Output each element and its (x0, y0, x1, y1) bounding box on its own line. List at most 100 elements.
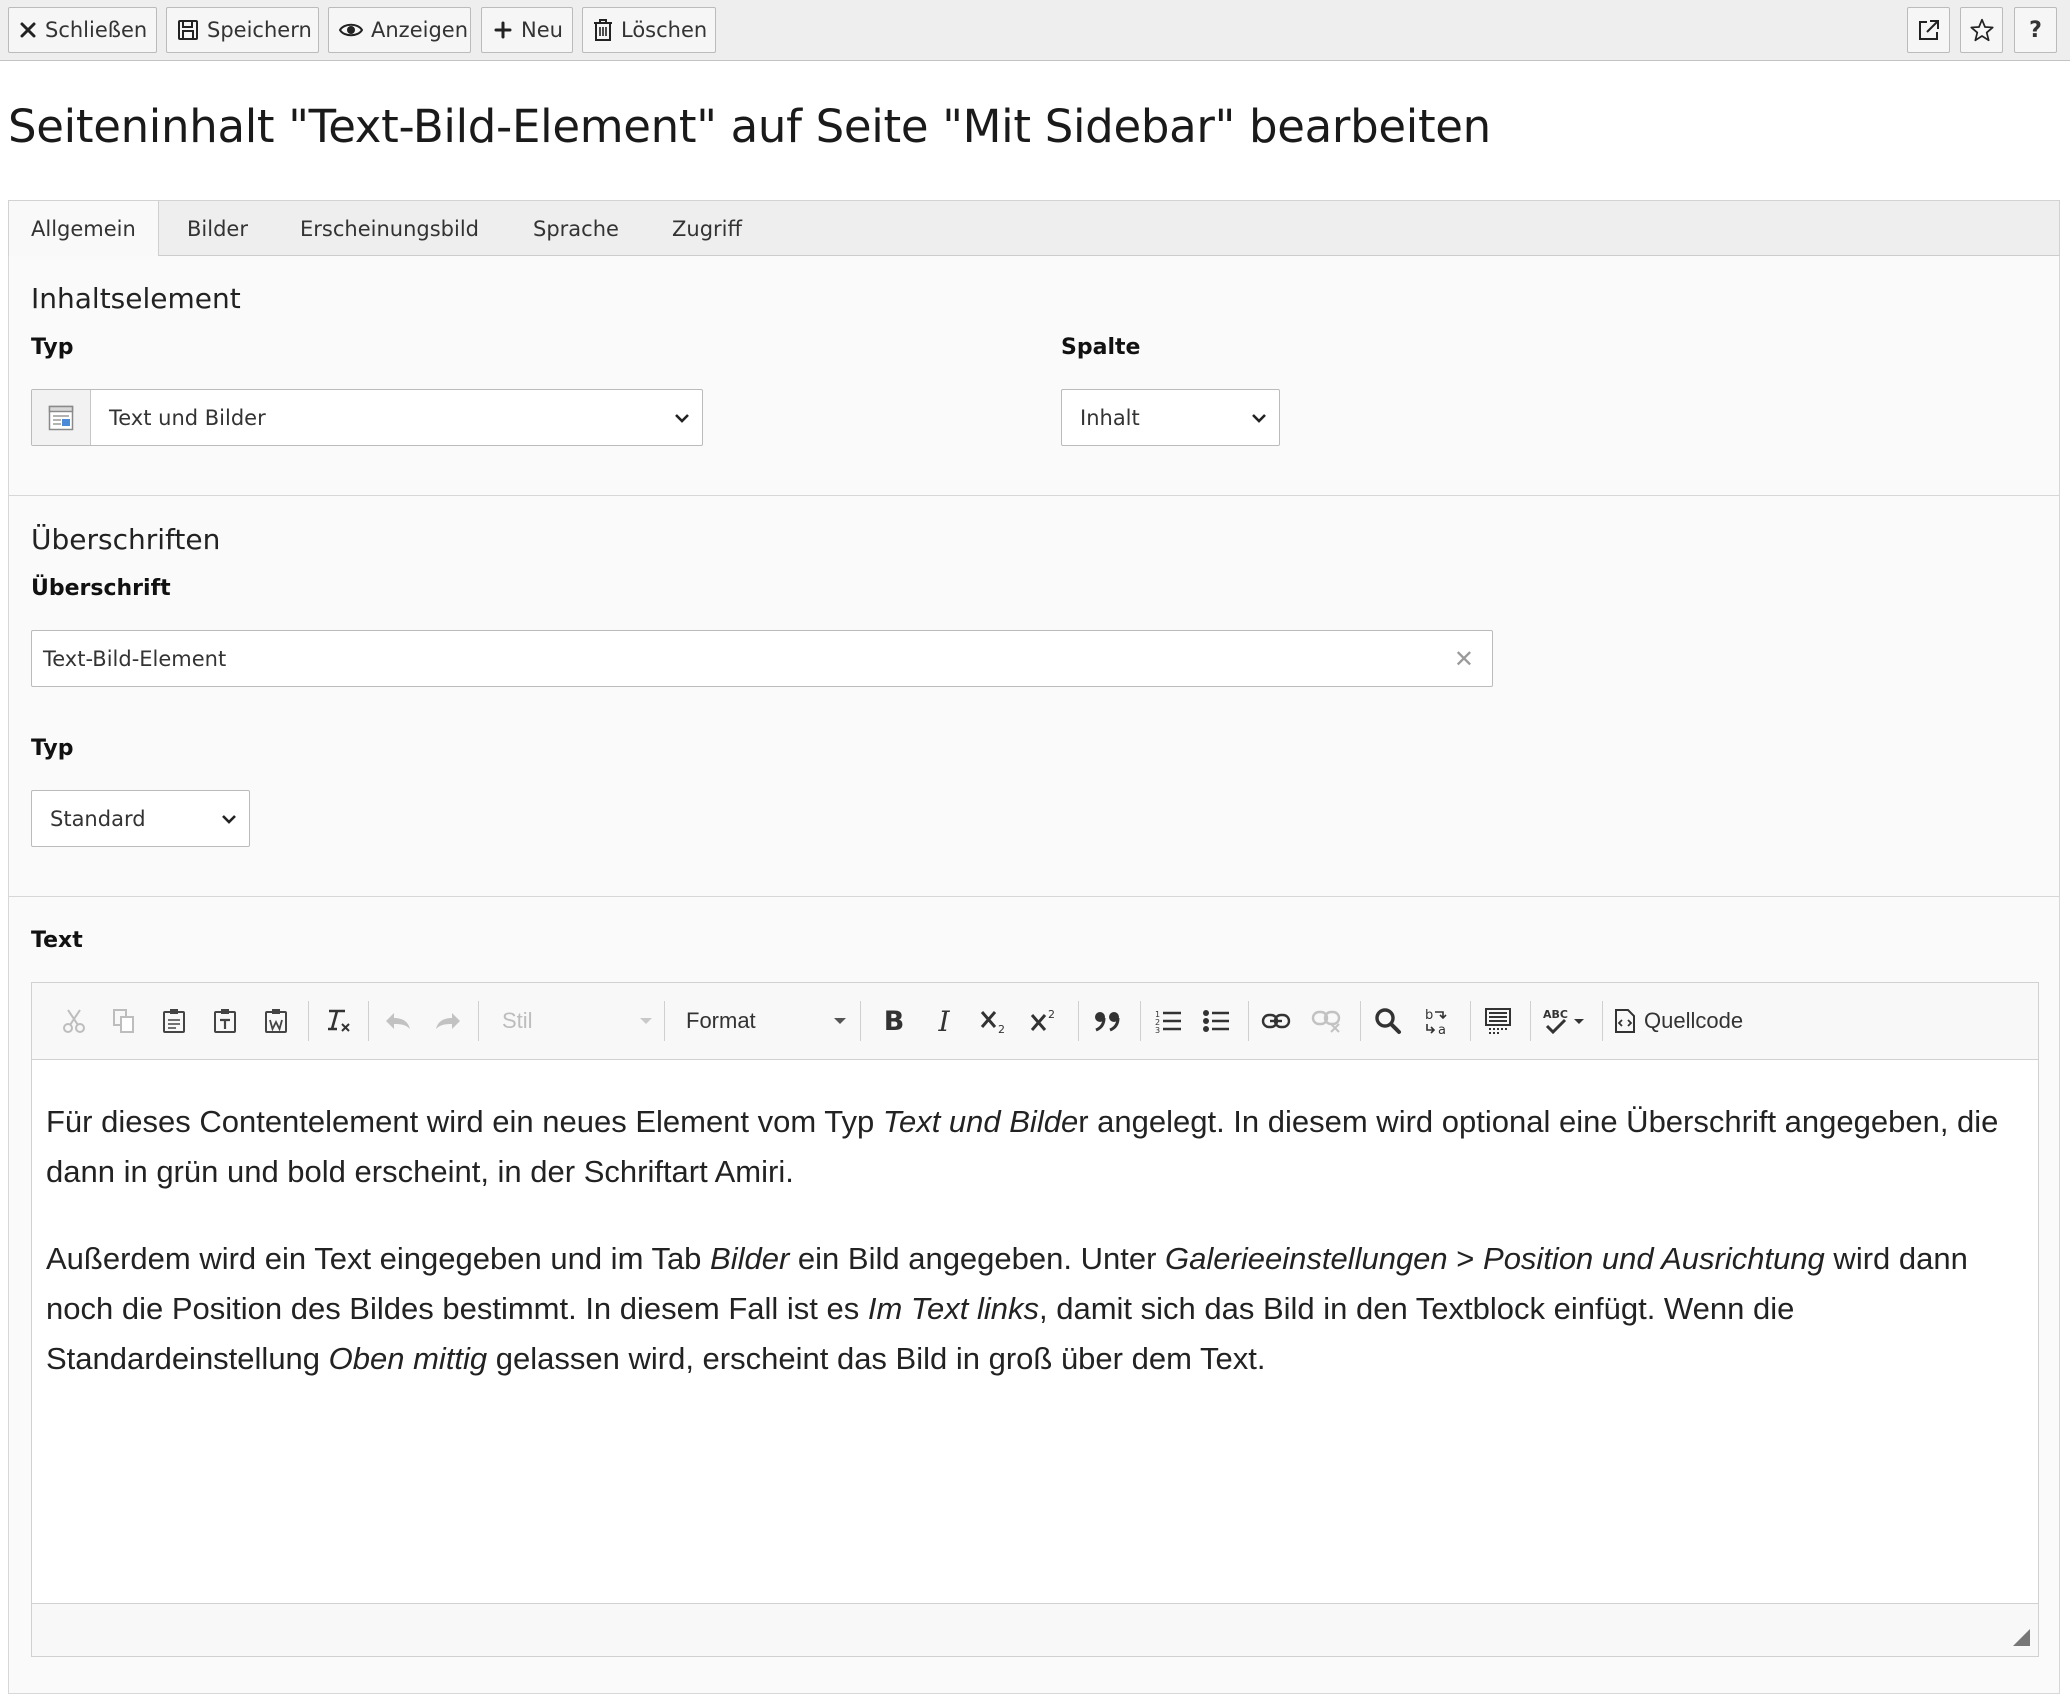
source-code-icon (1615, 1009, 1635, 1033)
header-type-select[interactable]: Standard (31, 790, 250, 847)
copy-icon[interactable] (106, 1003, 142, 1039)
section-heading-headers: Überschriften (31, 523, 221, 556)
superscript-icon[interactable]: 2 (1024, 1003, 1064, 1039)
toolbar-separator (478, 1001, 479, 1041)
search-icon[interactable] (1368, 1003, 1408, 1039)
show-blocks-icon[interactable] (1478, 1003, 1518, 1039)
bullet-list-icon[interactable] (1196, 1003, 1236, 1039)
toolbar-separator (1360, 1001, 1361, 1041)
svg-text:2: 2 (998, 1023, 1005, 1035)
tab-bar: Allgemein Bilder Erscheinungsbild Sprach… (8, 200, 2060, 257)
paragraph: Für dieses Contentelement wird ein neues… (46, 1104, 1999, 1189)
external-link-icon (1917, 18, 1941, 42)
tab-bilder[interactable]: Bilder (187, 201, 248, 256)
delete-button[interactable]: Löschen (582, 7, 716, 53)
toolbar-separator (664, 1001, 665, 1041)
content-type-select[interactable]: Text und Bilder (31, 389, 703, 446)
help-button[interactable]: ? (2014, 7, 2057, 53)
field-label-type: Typ (31, 335, 74, 360)
blockquote-icon[interactable] (1086, 1003, 1130, 1039)
chevron-down-icon (209, 814, 249, 824)
format-combo[interactable]: Format (686, 1003, 846, 1039)
tab-zugriff[interactable]: Zugriff (672, 201, 742, 256)
section-divider (9, 495, 2059, 496)
format-combo-label: Format (686, 1008, 756, 1033)
spellcheck-icon[interactable]: ABC (1538, 1003, 1590, 1039)
editor-statusbar (32, 1603, 2038, 1656)
tab-erscheinungsbild[interactable]: Erscheinungsbild (300, 201, 479, 256)
field-label-column: Spalte (1061, 335, 1141, 360)
paste-text-icon[interactable] (207, 1003, 243, 1039)
column-select[interactable]: Inhalt (1061, 389, 1280, 446)
editor-content-area[interactable]: Für dieses Contentelement wird ein neues… (32, 1061, 2038, 1604)
italic-icon[interactable]: I (924, 1003, 964, 1039)
svg-text:2: 2 (1048, 1008, 1055, 1021)
column-value: Inhalt (1080, 405, 1140, 430)
source-button-label: Quellcode (1644, 1008, 1744, 1033)
section-heading-content-element: Inhaltselement (31, 282, 241, 315)
svg-text:ABC: ABC (1543, 1008, 1568, 1021)
bookmark-button[interactable] (1960, 7, 2003, 53)
cut-icon[interactable] (56, 1003, 92, 1039)
toolbar-separator (1470, 1001, 1471, 1041)
save-button-label: Speichern (207, 18, 312, 42)
toolbar-separator (1140, 1001, 1141, 1041)
delete-button-label: Löschen (621, 18, 708, 42)
tab-allgemein[interactable]: Allgemein (8, 201, 159, 257)
header-input-value: Text-Bild-Element (43, 646, 227, 671)
redo-icon[interactable] (428, 1003, 468, 1039)
clear-icon[interactable]: ✕ (1454, 645, 1474, 673)
paragraph: Außerdem wird ein Text eingegeben und im… (46, 1241, 1968, 1376)
header-input[interactable]: Text-Bild-Element ✕ (31, 630, 1493, 687)
style-combo[interactable]: Stil (502, 1003, 652, 1039)
star-icon (1969, 18, 1994, 42)
new-button-label: Neu (521, 18, 563, 42)
document-toolbar: Schließen Speichern Anzeigen Neu Löschen (0, 0, 2070, 61)
rich-text-editor: Stil Format B I 2 2 123 b a ABC Quellcod… (31, 982, 2039, 1657)
toolbar-separator (308, 1001, 309, 1041)
subscript-icon[interactable]: 2 (974, 1003, 1014, 1039)
caret-down-icon (640, 1018, 652, 1024)
field-label-header: Überschrift (31, 576, 171, 601)
open-in-new-window-button[interactable] (1907, 7, 1950, 53)
numbered-list-icon[interactable]: 123 (1148, 1003, 1188, 1039)
close-button[interactable]: Schließen (8, 7, 157, 53)
page-title: Seiteninhalt "Text-Bild-Element" auf Sei… (8, 100, 1491, 153)
content-type-value: Text und Bilder (109, 405, 266, 430)
save-button[interactable]: Speichern (166, 7, 319, 53)
field-label-header-type: Typ (31, 736, 74, 761)
save-icon (177, 18, 199, 42)
toolbar-separator (368, 1001, 369, 1041)
paste-icon[interactable] (156, 1003, 192, 1039)
chevron-down-icon (662, 413, 702, 423)
source-button[interactable]: Quellcode (1614, 1003, 1764, 1039)
close-icon (19, 18, 37, 42)
trash-icon (593, 18, 613, 42)
link-icon[interactable] (1256, 1003, 1296, 1039)
plus-icon (492, 18, 513, 42)
close-button-label: Schließen (45, 18, 148, 42)
undo-icon[interactable] (378, 1003, 418, 1039)
find-replace-icon[interactable]: ba (1418, 1003, 1458, 1039)
editor-toolbar: Stil Format B I 2 2 123 b a ABC Quellcod… (32, 983, 2038, 1060)
resize-handle-icon[interactable] (2013, 1629, 2030, 1646)
unlink-icon[interactable] (1306, 1003, 1346, 1039)
caret-down-icon (834, 1018, 846, 1024)
svg-text:a: a (1438, 1023, 1446, 1036)
tab-panel-allgemein: Inhaltselement Typ Text und Bilder Spalt… (8, 256, 2060, 1694)
remove-format-icon[interactable] (318, 1003, 358, 1039)
bold-icon[interactable]: B (874, 1003, 914, 1039)
content-type-icon (32, 390, 91, 445)
chevron-down-icon (1239, 413, 1279, 423)
svg-text:b: b (1425, 1008, 1433, 1023)
view-button[interactable]: Anzeigen (328, 7, 471, 53)
section-divider (9, 896, 2059, 897)
paste-from-word-icon[interactable] (258, 1003, 294, 1039)
style-combo-label: Stil (502, 1008, 533, 1033)
new-button[interactable]: Neu (481, 7, 573, 53)
tab-sprache[interactable]: Sprache (533, 201, 619, 256)
view-button-label: Anzeigen (371, 18, 469, 42)
toolbar-separator (1078, 1001, 1079, 1041)
toolbar-separator (1248, 1001, 1249, 1041)
toolbar-separator (860, 1001, 861, 1041)
